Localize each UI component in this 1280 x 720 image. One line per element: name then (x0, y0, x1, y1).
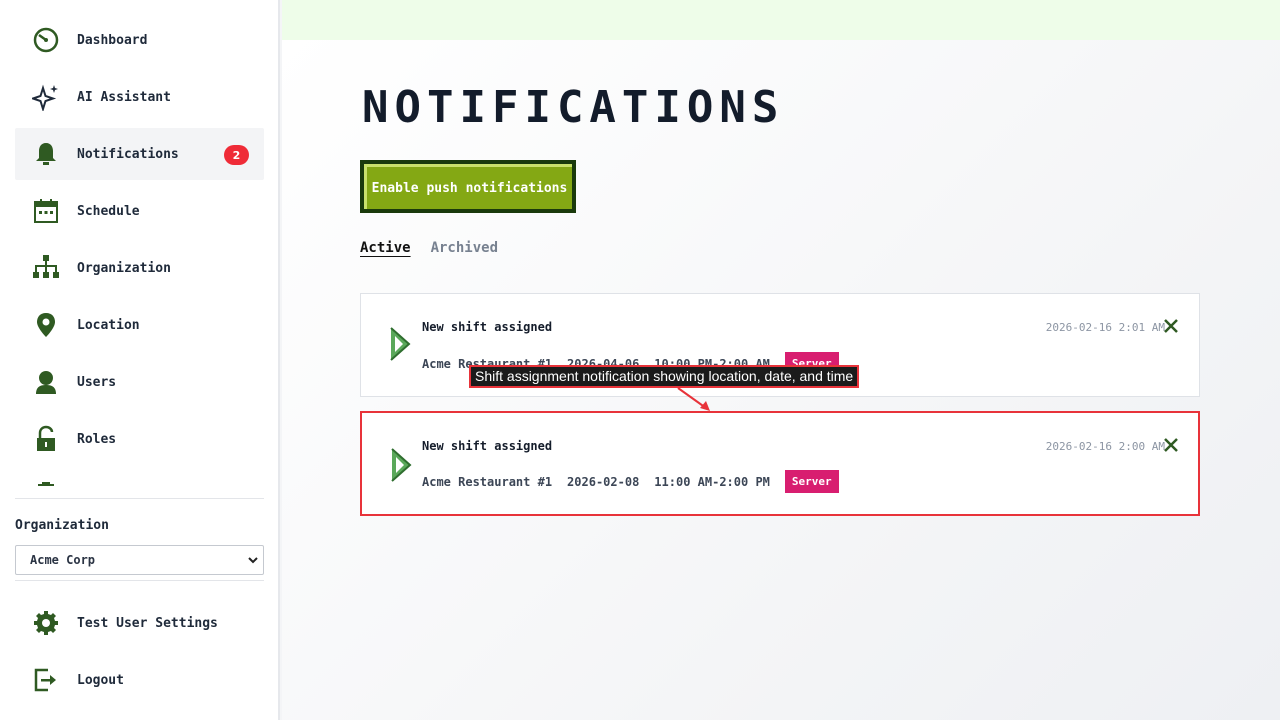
tab-active[interactable]: Active (360, 240, 411, 256)
sidebar-item-schedule[interactable]: Schedule (15, 185, 264, 237)
user-icon (30, 366, 62, 398)
role-badge: Server (784, 470, 839, 493)
tab-archived[interactable]: Archived (431, 240, 498, 256)
sidebar-item-label: Users (77, 374, 117, 390)
chevron-down-icon (248, 557, 258, 564)
sidebar-item-partial[interactable] (15, 470, 264, 494)
sidebar-item-label: Organization (77, 260, 171, 276)
settings-label: Test User Settings (77, 615, 218, 631)
notification-timestamp: 2026-02-16 2:00 AM (1045, 440, 1165, 453)
notification-timestamp: 2026-02-16 2:01 AM (1045, 321, 1165, 334)
notification-location: Acme Restaurant #1 (422, 474, 553, 489)
sidebar-item-ai-assistant[interactable]: AI Assistant (15, 71, 264, 123)
sidebar: Dashboard AI Assistant Notifications 2 S… (0, 0, 280, 720)
test-user-settings-button[interactable]: Test User Settings (15, 597, 264, 649)
organization-label: Organization (15, 518, 109, 533)
enable-push-notifications-button[interactable]: Enable push notifications (360, 160, 576, 213)
sidebar-item-users[interactable]: Users (15, 356, 264, 408)
lock-icon (30, 423, 62, 455)
sidebar-item-organization[interactable]: Organization (15, 242, 264, 294)
play-icon (390, 327, 411, 361)
notification-tabs: Active Archived (360, 240, 498, 256)
close-icon[interactable] (1163, 318, 1179, 334)
calendar-icon (30, 195, 62, 227)
annotation-label: Shift assignment notification showing lo… (469, 365, 860, 388)
notification-details: Acme Restaurant #1 2026-02-08 11:00 AM-2… (422, 470, 839, 493)
sidebar-item-location[interactable]: Location (15, 299, 264, 351)
sidebar-item-label: Dashboard (77, 32, 148, 48)
logout-label: Logout (77, 672, 124, 688)
notification-title: New shift assigned (422, 320, 553, 334)
sidebar-item-dashboard[interactable]: Dashboard (15, 14, 264, 66)
bell-icon (30, 138, 62, 170)
notification-card[interactable]: New shift assigned Acme Restaurant #1 20… (360, 411, 1200, 516)
push-button-label: Enable push notifications (364, 164, 572, 209)
sidebar-item-label: AI Assistant (77, 89, 171, 105)
sidebar-item-label: Roles (77, 431, 117, 447)
sidebar-nav: Dashboard AI Assistant Notifications 2 S… (15, 14, 264, 494)
top-banner (282, 0, 1280, 40)
location-pin-icon (30, 309, 62, 341)
notification-title: New shift assigned (422, 439, 553, 453)
organization-select[interactable]: Acme Corp (15, 545, 264, 575)
sidebar-divider (15, 498, 264, 499)
sidebar-divider (15, 580, 264, 581)
organization-select-value: Acme Corp (30, 553, 96, 567)
dashboard-icon (30, 24, 62, 56)
sidebar-item-roles[interactable]: Roles (15, 413, 264, 465)
notification-date: 2026-02-08 (567, 474, 640, 489)
page-title: NOTIFICATIONS (362, 82, 785, 133)
sparkle-icon (30, 81, 62, 113)
notification-time: 11:00 AM-2:00 PM (654, 474, 770, 489)
partial-icon (30, 480, 62, 494)
notification-count-badge: 2 (224, 145, 249, 165)
gear-icon (30, 607, 62, 639)
sidebar-item-label: Schedule (77, 203, 140, 219)
close-icon[interactable] (1163, 437, 1179, 453)
play-icon (391, 448, 412, 482)
org-chart-icon (30, 252, 62, 284)
logout-icon (30, 664, 62, 696)
sidebar-item-notifications[interactable]: Notifications 2 (15, 128, 264, 180)
sidebar-item-label: Notifications (77, 146, 179, 162)
sidebar-item-label: Location (77, 317, 140, 333)
logout-button[interactable]: Logout (15, 654, 264, 706)
